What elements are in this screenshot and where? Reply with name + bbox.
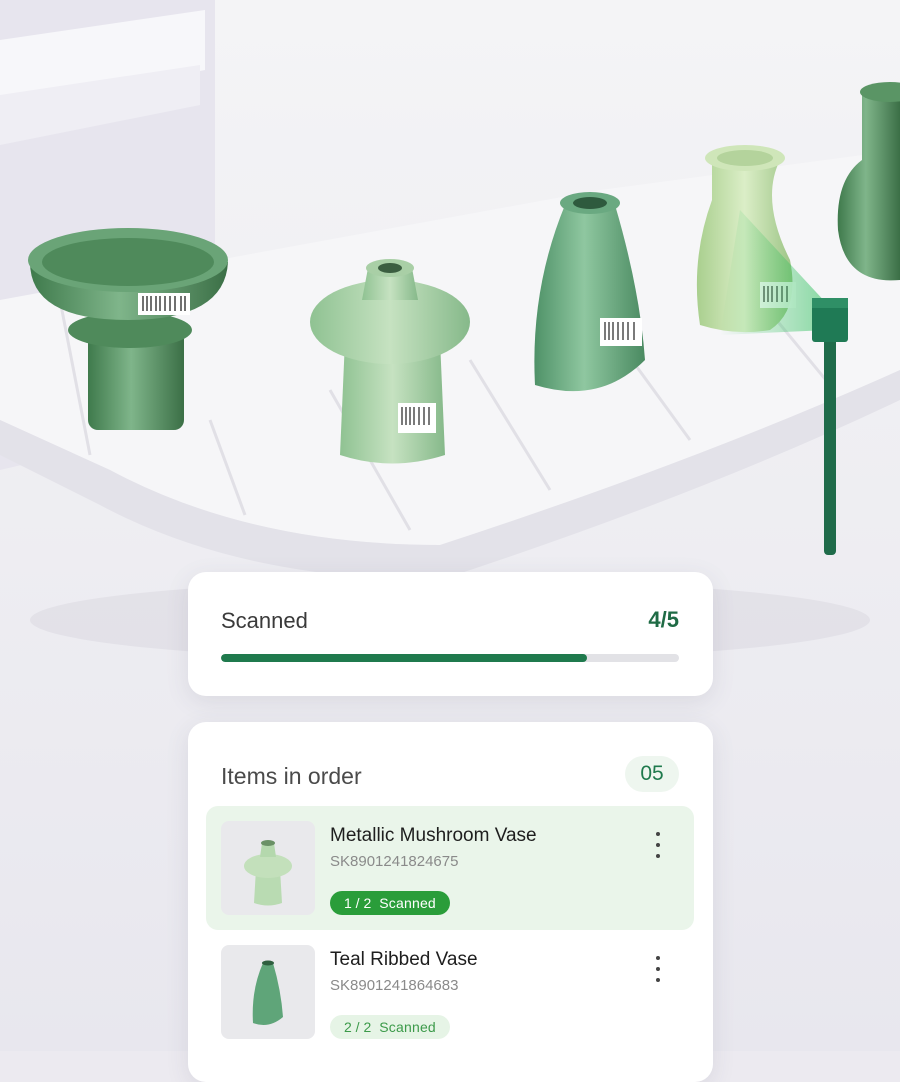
order-items-title: Items in order bbox=[221, 763, 362, 789]
item-name: Metallic Mushroom Vase bbox=[330, 825, 537, 846]
item-sku: SK8901241824675 bbox=[330, 853, 459, 870]
order-item-row[interactable]: Teal Ribbed Vase SK8901241864683 2 / 2 S… bbox=[206, 930, 694, 1054]
item-sku: SK8901241864683 bbox=[330, 977, 459, 994]
scan-progress-card: Scanned 4/5 bbox=[188, 572, 713, 696]
scan-status-badge: 2 / 2 Scanned bbox=[330, 1015, 450, 1039]
order-items-count-badge: 05 bbox=[625, 756, 679, 792]
teal-vase-icon bbox=[221, 945, 315, 1039]
scan-status-label: Scanned bbox=[379, 895, 436, 911]
scan-status-badge: 1 / 2 Scanned bbox=[330, 891, 450, 915]
scanned-count: 4/5 bbox=[648, 607, 679, 632]
scan-progress-bar bbox=[221, 654, 679, 662]
mushroom-vase-icon bbox=[221, 821, 315, 915]
scan-status-count: 1 / 2 bbox=[344, 895, 372, 911]
scanned-label: Scanned bbox=[221, 608, 308, 633]
scan-status-count: 2 / 2 bbox=[344, 1019, 372, 1035]
more-options-icon[interactable] bbox=[652, 832, 664, 858]
item-name: Teal Ribbed Vase bbox=[330, 949, 478, 970]
scan-progress-fill bbox=[221, 654, 588, 662]
order-item-row[interactable]: Metallic Mushroom Vase SK8901241824675 1… bbox=[206, 806, 694, 930]
order-items-card: Items in order 05 Metallic Mushroom Vase… bbox=[188, 722, 713, 1082]
more-options-icon[interactable] bbox=[652, 956, 664, 982]
scan-status-label: Scanned bbox=[379, 1019, 436, 1035]
